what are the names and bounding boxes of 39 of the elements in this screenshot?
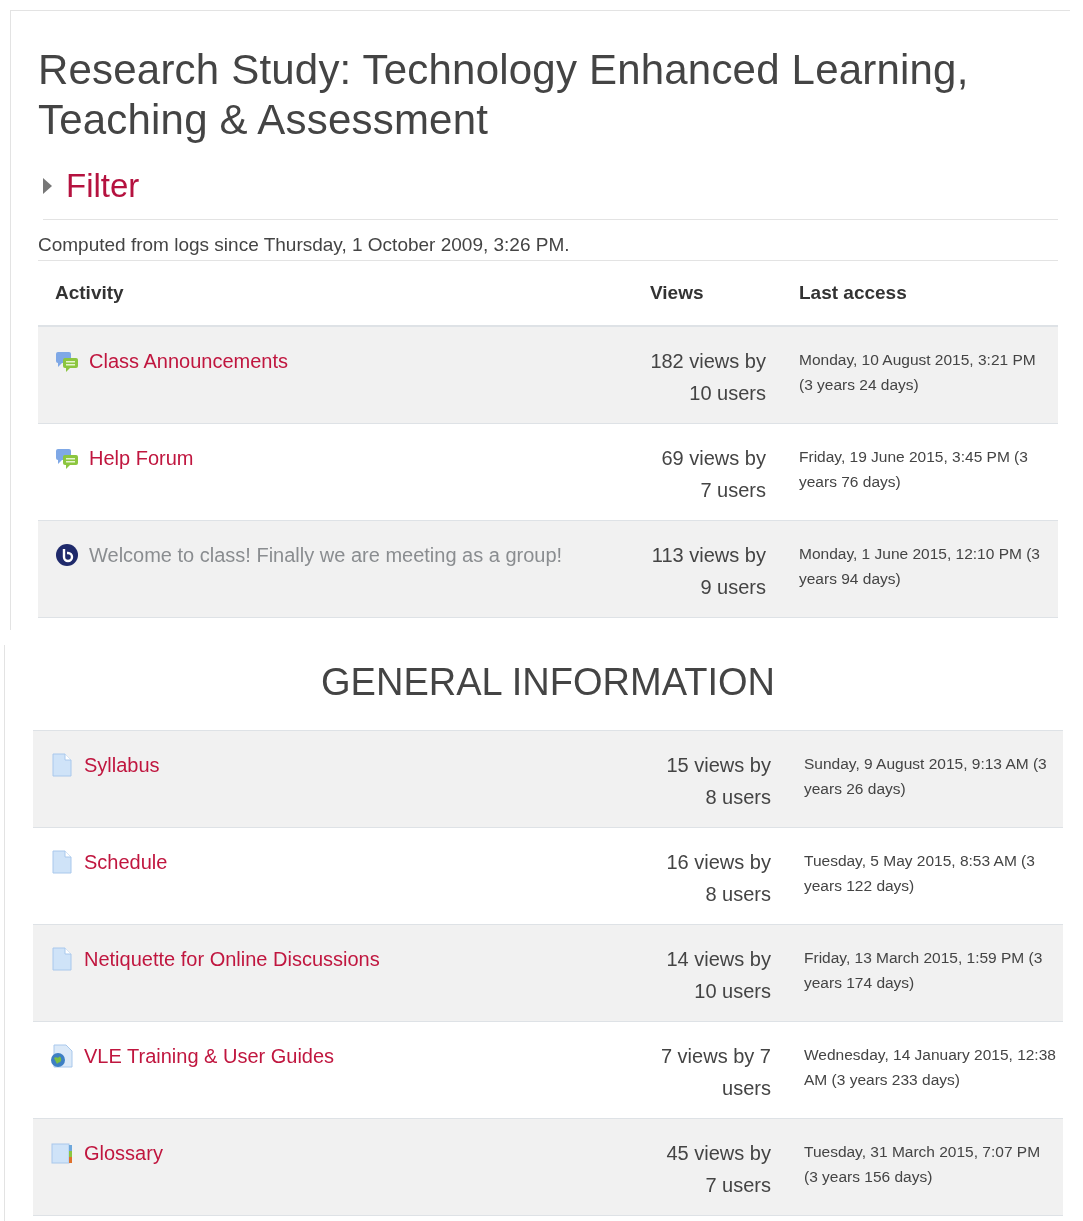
last-access-date: Tuesday, 31 March 2015, 7:07 PM (3 years 156 days) bbox=[803, 1142, 1042, 1187]
activity-link[interactable]: Netiquette for Online Discussions bbox=[84, 947, 380, 971]
views-count: 15 views by 8 users bbox=[665, 753, 771, 810]
column-header: Activity bbox=[54, 282, 125, 304]
glossary-icon bbox=[50, 1141, 74, 1165]
document-icon bbox=[50, 850, 74, 874]
views-count: 69 views by 7 users bbox=[660, 446, 766, 503]
activity-link[interactable]: Class Announcements bbox=[89, 349, 288, 373]
views-count: 14 views by 10 users bbox=[665, 947, 771, 1004]
last-access-date: Wednesday, 14 January 2015, 12:38 AM (3 years 233 days) bbox=[803, 1045, 1057, 1090]
views-count: 182 views by 10 users bbox=[649, 349, 766, 406]
views-count: 113 views by 9 users bbox=[650, 543, 766, 600]
activity-link[interactable]: Welcome to class! Finally we are meeting as a group! bbox=[89, 543, 563, 567]
course-title: Research Study: Technology Enhanced Learning, Teaching & Assessment bbox=[38, 45, 970, 145]
conference-icon bbox=[55, 543, 79, 567]
last-access-date: Monday, 10 August 2015, 3:21 PM (3 years 24 days) bbox=[798, 350, 1037, 395]
caret-icon[interactable] bbox=[43, 178, 52, 194]
globe-document-icon bbox=[50, 1044, 74, 1068]
chat-bubbles-icon bbox=[55, 446, 79, 470]
last-access-date: Friday, 13 March 2015, 1:59 PM (3 years 174 days) bbox=[803, 948, 1044, 993]
last-access-date: Sunday, 9 August 2015, 9:13 AM (3 years 26 days) bbox=[803, 754, 1048, 799]
column-header: Last access bbox=[798, 282, 908, 304]
document-icon bbox=[50, 947, 74, 971]
last-access-date: Monday, 1 June 2015, 12:10 PM (3 years 94 days) bbox=[798, 544, 1041, 589]
views-count: 16 views by 8 users bbox=[665, 850, 771, 907]
last-access-date: Tuesday, 5 May 2015, 8:53 AM (3 years 122 days) bbox=[803, 851, 1036, 896]
column-header: Views bbox=[649, 282, 705, 304]
document-icon bbox=[50, 753, 74, 777]
activity-link[interactable]: VLE Training & User Guides bbox=[84, 1044, 335, 1068]
activity-link[interactable]: Syllabus bbox=[84, 753, 160, 777]
activity-link[interactable]: Schedule bbox=[84, 850, 168, 874]
views-count: 45 views by 7 users bbox=[665, 1141, 771, 1198]
filter-link[interactable]: Filter bbox=[66, 167, 140, 205]
activity-link[interactable]: Help Forum bbox=[89, 446, 194, 470]
chat-bubbles-icon bbox=[55, 349, 79, 373]
last-access-date: Friday, 19 June 2015, 3:45 PM (3 years 76 days) bbox=[798, 447, 1029, 492]
views-count: 7 views by 7 users bbox=[659, 1044, 771, 1101]
activity-link[interactable]: Glossary bbox=[84, 1141, 163, 1165]
computed-note: Computed from logs since Thursday, 1 October 2009, 3:26 PM. bbox=[38, 220, 1058, 261]
